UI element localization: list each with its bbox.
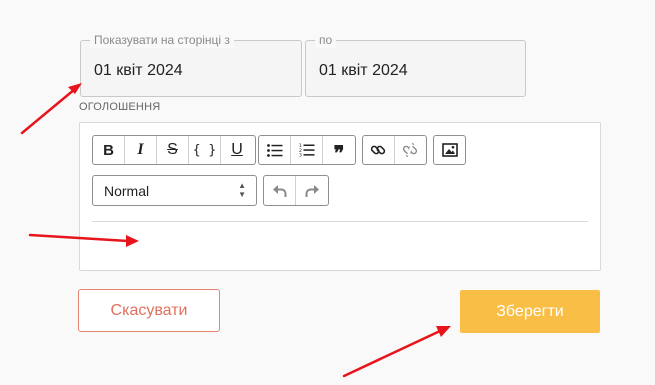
bullet-list-icon <box>266 143 282 157</box>
unlink-button[interactable] <box>395 136 426 164</box>
link-toolbar-group <box>362 135 427 165</box>
link-icon <box>371 145 386 155</box>
ordered-list-button[interactable]: 1 2 3 <box>291 136 323 164</box>
format-toolbar-group: B I S { } U <box>92 135 256 165</box>
blockquote-button[interactable]: ❞ <box>323 136 355 164</box>
bold-button[interactable]: B <box>93 136 125 164</box>
list-toolbar-group: 1 2 3 ❞ <box>258 135 356 165</box>
unlink-icon <box>403 142 418 158</box>
image-icon <box>441 143 458 157</box>
undo-icon <box>272 184 286 197</box>
image-toolbar-group <box>433 135 466 165</box>
save-button[interactable]: Зберегти <box>460 290 600 333</box>
announcement-label: ОГОЛОШЕННЯ <box>79 101 161 113</box>
redo-icon <box>305 184 319 197</box>
italic-button[interactable]: I <box>125 136 157 164</box>
annotation-arrow-date-icon <box>20 83 82 135</box>
svg-text:3: 3 <box>299 153 302 157</box>
editor-text-area[interactable] <box>92 223 588 267</box>
history-toolbar-group <box>263 175 329 206</box>
italic-icon: I <box>137 141 144 158</box>
date-to-legend: по <box>315 32 337 48</box>
link-button[interactable] <box>363 136 395 164</box>
code-button[interactable]: { } <box>189 136 221 164</box>
insert-image-button[interactable] <box>434 136 465 164</box>
editor-divider <box>92 221 588 222</box>
date-to-value[interactable]: 01 квіт 2024 <box>319 61 408 81</box>
date-from-field[interactable]: Показувати на сторінці з 01 квіт 2024 <box>80 32 302 97</box>
annotation-arrow-save-icon <box>342 326 451 378</box>
announcement-editor: B I S { } U 1 2 3 ❞ Normal ▲ ▼ <box>79 122 601 271</box>
block-style-value: Normal <box>104 183 150 199</box>
select-chevrons-icon: ▲ ▼ <box>238 181 246 199</box>
code-icon: { } <box>192 142 217 158</box>
quote-icon: ❞ <box>333 143 345 165</box>
date-to-field[interactable]: по 01 квіт 2024 <box>305 32 526 97</box>
date-from-legend: Показувати на сторінці з <box>90 32 234 48</box>
bullet-list-button[interactable] <box>259 136 291 164</box>
strikethrough-icon: S <box>167 141 178 158</box>
ordered-list-icon: 1 2 3 <box>299 143 314 157</box>
underline-button[interactable]: U <box>221 136 253 164</box>
undo-button[interactable] <box>264 176 296 205</box>
date-from-value[interactable]: 01 квіт 2024 <box>94 61 183 81</box>
redo-button[interactable] <box>296 176 328 205</box>
block-style-select[interactable]: Normal ▲ ▼ <box>92 175 257 206</box>
cancel-button[interactable]: Скасувати <box>78 289 220 332</box>
strikethrough-button[interactable]: S <box>157 136 189 164</box>
underline-icon: U <box>231 141 243 158</box>
bold-icon: B <box>103 141 114 159</box>
